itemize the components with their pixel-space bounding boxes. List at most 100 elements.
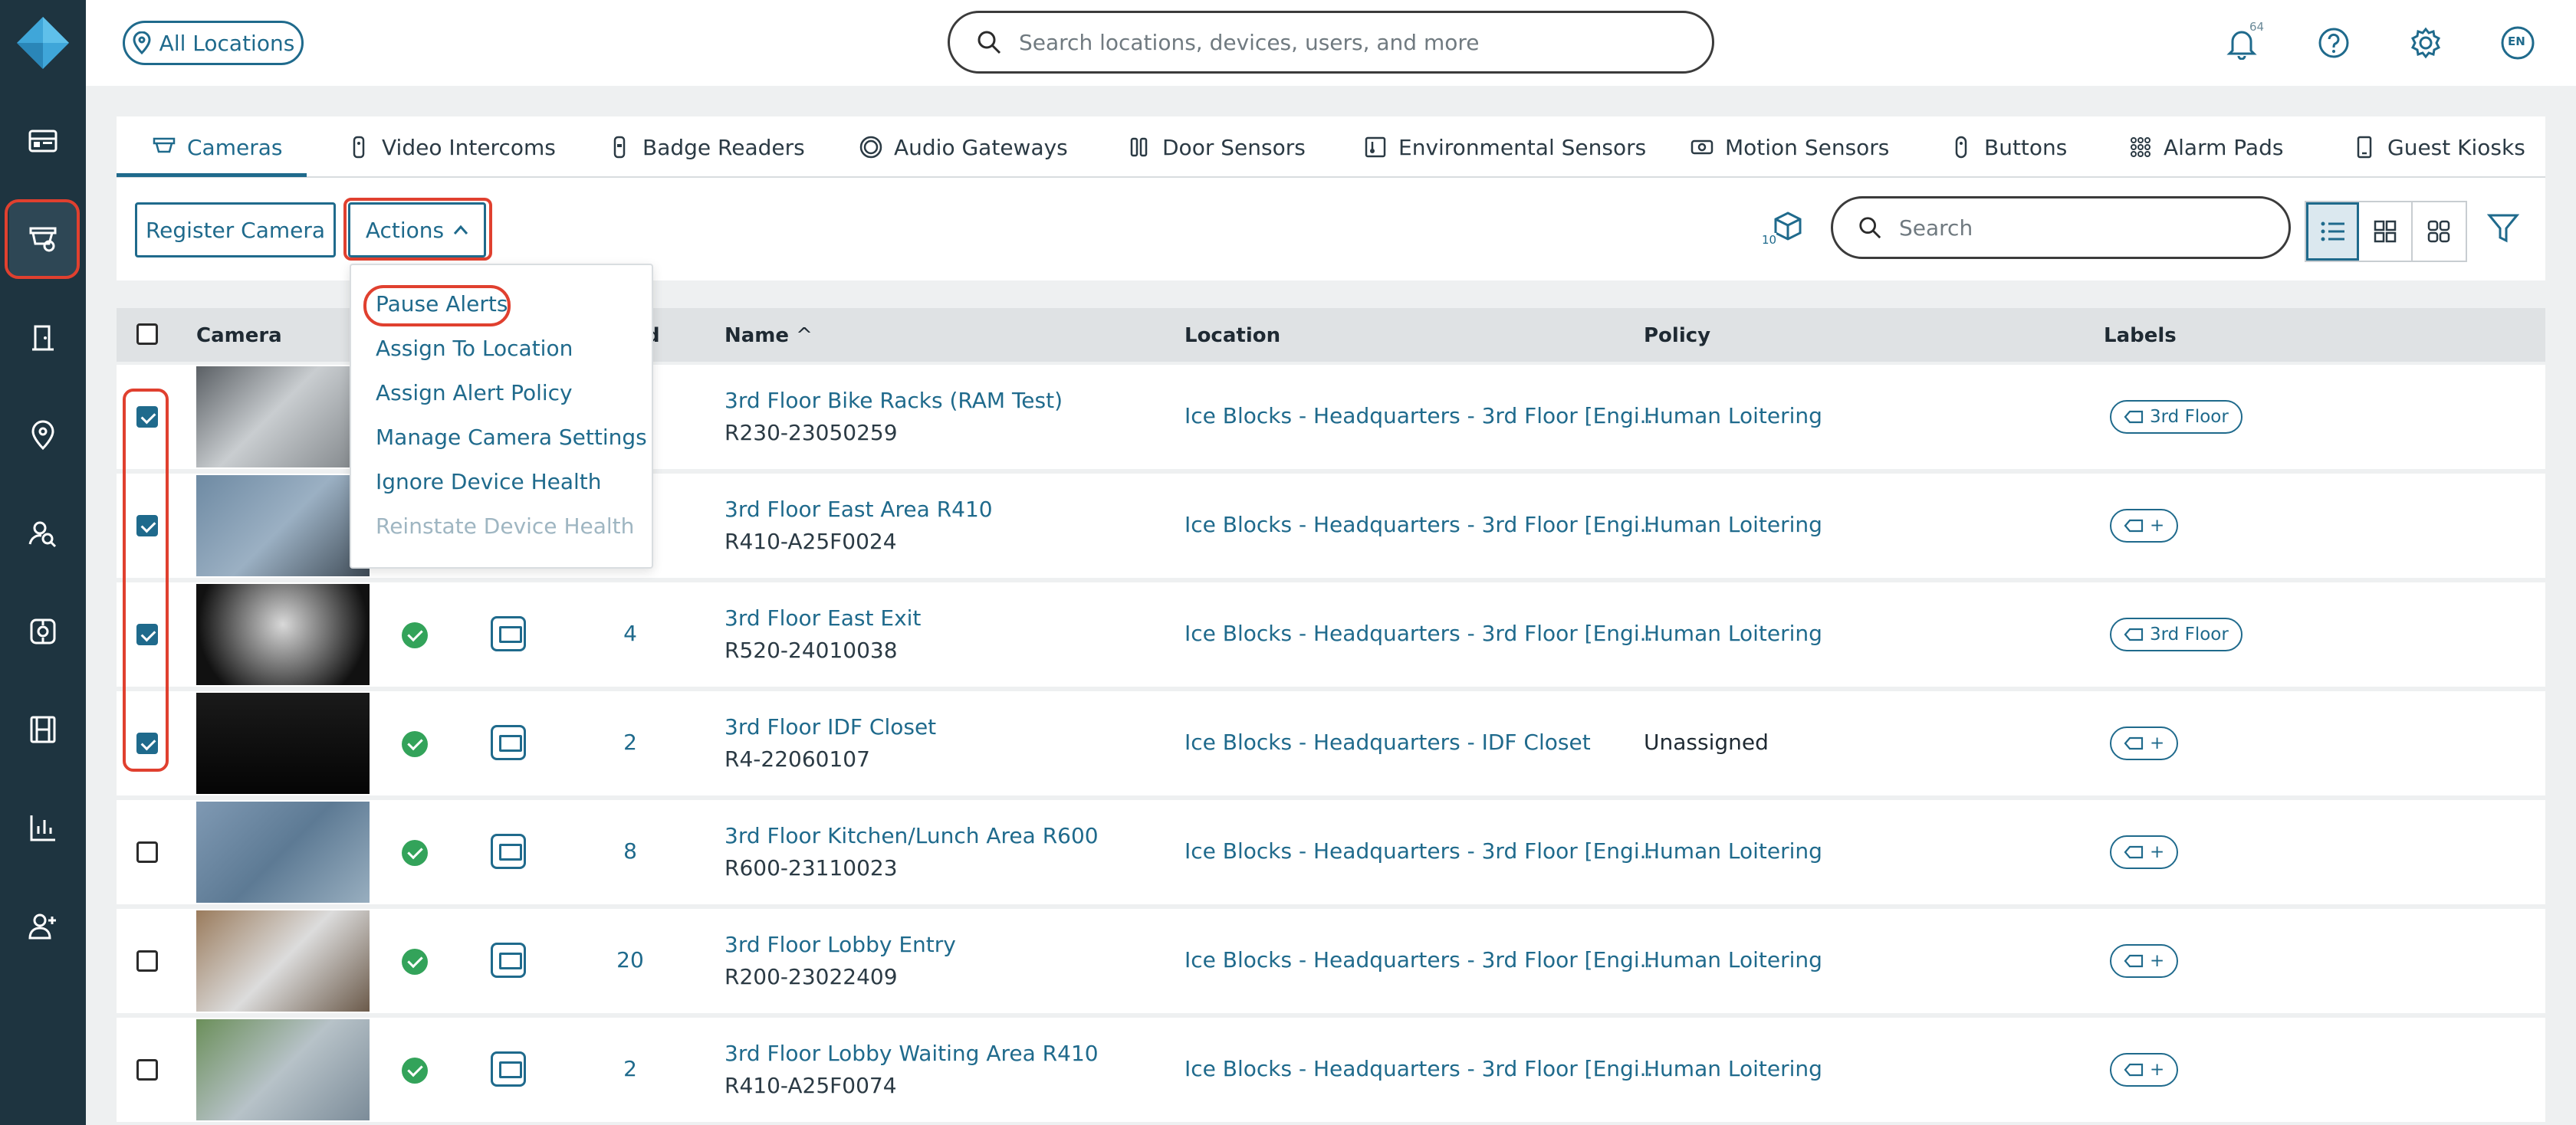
all-locations-button[interactable]: All Locations [123,21,304,65]
notifications-button[interactable]: 64 [2222,20,2264,63]
row-checkbox[interactable] [136,406,158,428]
camera-name-link[interactable]: 3rd Floor Lobby Entry [724,932,956,957]
camera-name-link[interactable]: 3rd Floor East Area R410 [724,497,993,522]
tab-audio-gateways[interactable]: Audio Gateways [859,116,1068,178]
label-pill[interactable]: + [2110,509,2179,543]
count-cell[interactable]: 4 [607,621,653,646]
tab-badge-readers[interactable]: Badge Readers [607,116,805,178]
camera-thumbnail[interactable] [196,693,370,794]
location-link[interactable]: Ice Blocks - Headquarters - 3rd Floor [E… [1184,512,1660,537]
label-pill[interactable]: 3rd Floor [2110,618,2242,651]
language-button[interactable]: EN [2498,23,2538,63]
table-row[interactable]: 2 3rd Floor Lobby Waiting Area R410 R410-A… [117,1018,2545,1122]
label-pill[interactable]: + [2110,835,2179,869]
ethernet-icon [491,616,526,651]
device-count-button[interactable]: 10 [1762,208,1812,251]
sidebar-item-locations[interactable] [9,399,77,472]
camera-thumbnail[interactable] [196,802,370,903]
help-button[interactable] [2314,23,2354,63]
label-pill[interactable]: + [2110,944,2179,978]
select-all-checkbox[interactable] [136,323,158,345]
sidebar-item-people-search[interactable] [9,497,77,570]
camera-thumbnail[interactable] [196,366,370,467]
count-cell[interactable]: 20 [607,947,653,972]
global-search-input[interactable] [1019,29,1648,55]
table-row[interactable]: 2 3rd Floor IDF Closet R4-22060107 Ice Bloc… [117,691,2545,795]
tab-door-sensors[interactable]: Door Sensors [1127,116,1306,178]
location-link[interactable]: Ice Blocks - Headquarters - 3rd Floor [E… [1184,838,1660,864]
policy-cell[interactable]: Human Loitering [1644,838,1822,864]
tile-view-button[interactable] [2413,202,2466,261]
camera-search[interactable] [1831,196,2291,259]
camera-serial: R410-A25F0074 [724,1073,897,1098]
table-row[interactable]: 8 3rd Floor Kitchen/Lunch Area R600 R600-2… [117,800,2545,904]
sidebar-item-dashboard[interactable] [9,104,77,178]
menu-item-pause-alerts[interactable]: Pause Alerts [376,291,508,317]
row-checkbox[interactable] [136,1059,158,1081]
header-policy: Policy [1644,324,1711,347]
sidebar-item-sensors[interactable] [9,595,77,668]
sidebar-item-reports[interactable] [9,791,77,864]
sidebar-item-video-archive[interactable] [9,693,77,766]
menu-item-label: Pause Alerts [376,291,508,317]
row-checkbox[interactable] [136,950,158,972]
list-view-button[interactable] [2306,202,2360,261]
location-link[interactable]: Ice Blocks - Headquarters - 3rd Floor [E… [1184,403,1660,428]
camera-thumbnail[interactable] [196,910,370,1012]
count-cell[interactable]: 2 [607,730,653,755]
menu-item-manage-camera-settings[interactable]: Manage Camera Settings [376,425,647,450]
logo[interactable] [15,15,71,71]
tab-alarm-pads[interactable]: Alarm Pads [2128,116,2283,178]
policy-cell[interactable]: Human Loitering [1644,621,1822,646]
global-search[interactable] [948,11,1714,74]
location-link[interactable]: Ice Blocks - Headquarters - 3rd Floor [E… [1184,947,1660,972]
settings-button[interactable] [2406,23,2446,63]
camera-thumbnail[interactable] [196,475,370,576]
actions-button[interactable]: Actions [348,202,486,257]
register-camera-button[interactable]: Register Camera [135,202,336,257]
count-cell[interactable]: 8 [607,838,653,864]
tab-video-intercoms[interactable]: Video Intercoms [347,116,556,178]
menu-item-ignore-device-health[interactable]: Ignore Device Health [376,469,602,494]
camera-search-input[interactable] [1899,215,2267,241]
camera-name-link[interactable]: 3rd Floor Kitchen/Lunch Area R600 [724,823,1099,848]
table-row[interactable]: 4 3rd Floor East Exit R520-24010038 Ice Blo… [117,582,2545,687]
row-checkbox[interactable] [136,841,158,863]
camera-name-link[interactable]: 3rd Floor East Exit [724,605,921,631]
tab-buttons[interactable]: Buttons [1949,116,2067,178]
label-pill[interactable]: + [2110,726,2179,760]
camera-thumbnail[interactable] [196,584,370,685]
header-name[interactable]: Name ^ [724,324,813,347]
camera-name-link[interactable]: 3rd Floor IDF Closet [724,714,936,740]
device-count-badge: 10 [1762,233,1777,247]
grid-view-button[interactable] [2359,202,2413,261]
sidebar-item-cameras[interactable] [9,202,77,276]
table-row[interactable]: 20 3rd Floor Lobby Entry R200-23022409 Ice … [117,909,2545,1013]
policy-cell[interactable]: Human Loitering [1644,1056,1822,1081]
location-link[interactable]: Ice Blocks - Headquarters - IDF Closet [1184,730,1591,755]
policy-cell[interactable]: Human Loitering [1644,947,1822,972]
row-checkbox[interactable] [136,515,158,536]
tab-motion-sensors[interactable]: Motion Sensors [1690,116,1889,178]
policy-cell[interactable]: Human Loitering [1644,512,1822,537]
policy-cell[interactable]: Human Loitering [1644,403,1822,428]
menu-item-assign-alert-policy[interactable]: Assign Alert Policy [376,380,573,405]
count-cell[interactable]: 2 [607,1056,653,1081]
tab-cameras[interactable]: Cameras [152,116,282,178]
filter-button[interactable] [2486,212,2525,250]
row-checkbox[interactable] [136,624,158,645]
sidebar-item-user-management[interactable] [9,889,77,963]
label-pill[interactable]: + [2110,1053,2179,1087]
tab-guest-kiosks[interactable]: Guest Kiosks [2352,116,2525,178]
menu-item-assign-to-location[interactable]: Assign To Location [376,336,573,361]
tab-environmental-sensors[interactable]: Environmental Sensors [1363,116,1646,178]
tag-icon [2124,410,2144,424]
sidebar-item-access-control[interactable] [9,300,77,374]
camera-thumbnail[interactable] [196,1019,370,1120]
label-pill[interactable]: 3rd Floor [2110,400,2242,434]
location-link[interactable]: Ice Blocks - Headquarters - 3rd Floor [E… [1184,621,1660,646]
camera-name-link[interactable]: 3rd Floor Lobby Waiting Area R410 [724,1041,1099,1066]
row-checkbox[interactable] [136,733,158,754]
camera-name-link[interactable]: 3rd Floor Bike Racks (RAM Test) [724,388,1063,413]
location-link[interactable]: Ice Blocks - Headquarters - 3rd Floor [E… [1184,1056,1660,1081]
